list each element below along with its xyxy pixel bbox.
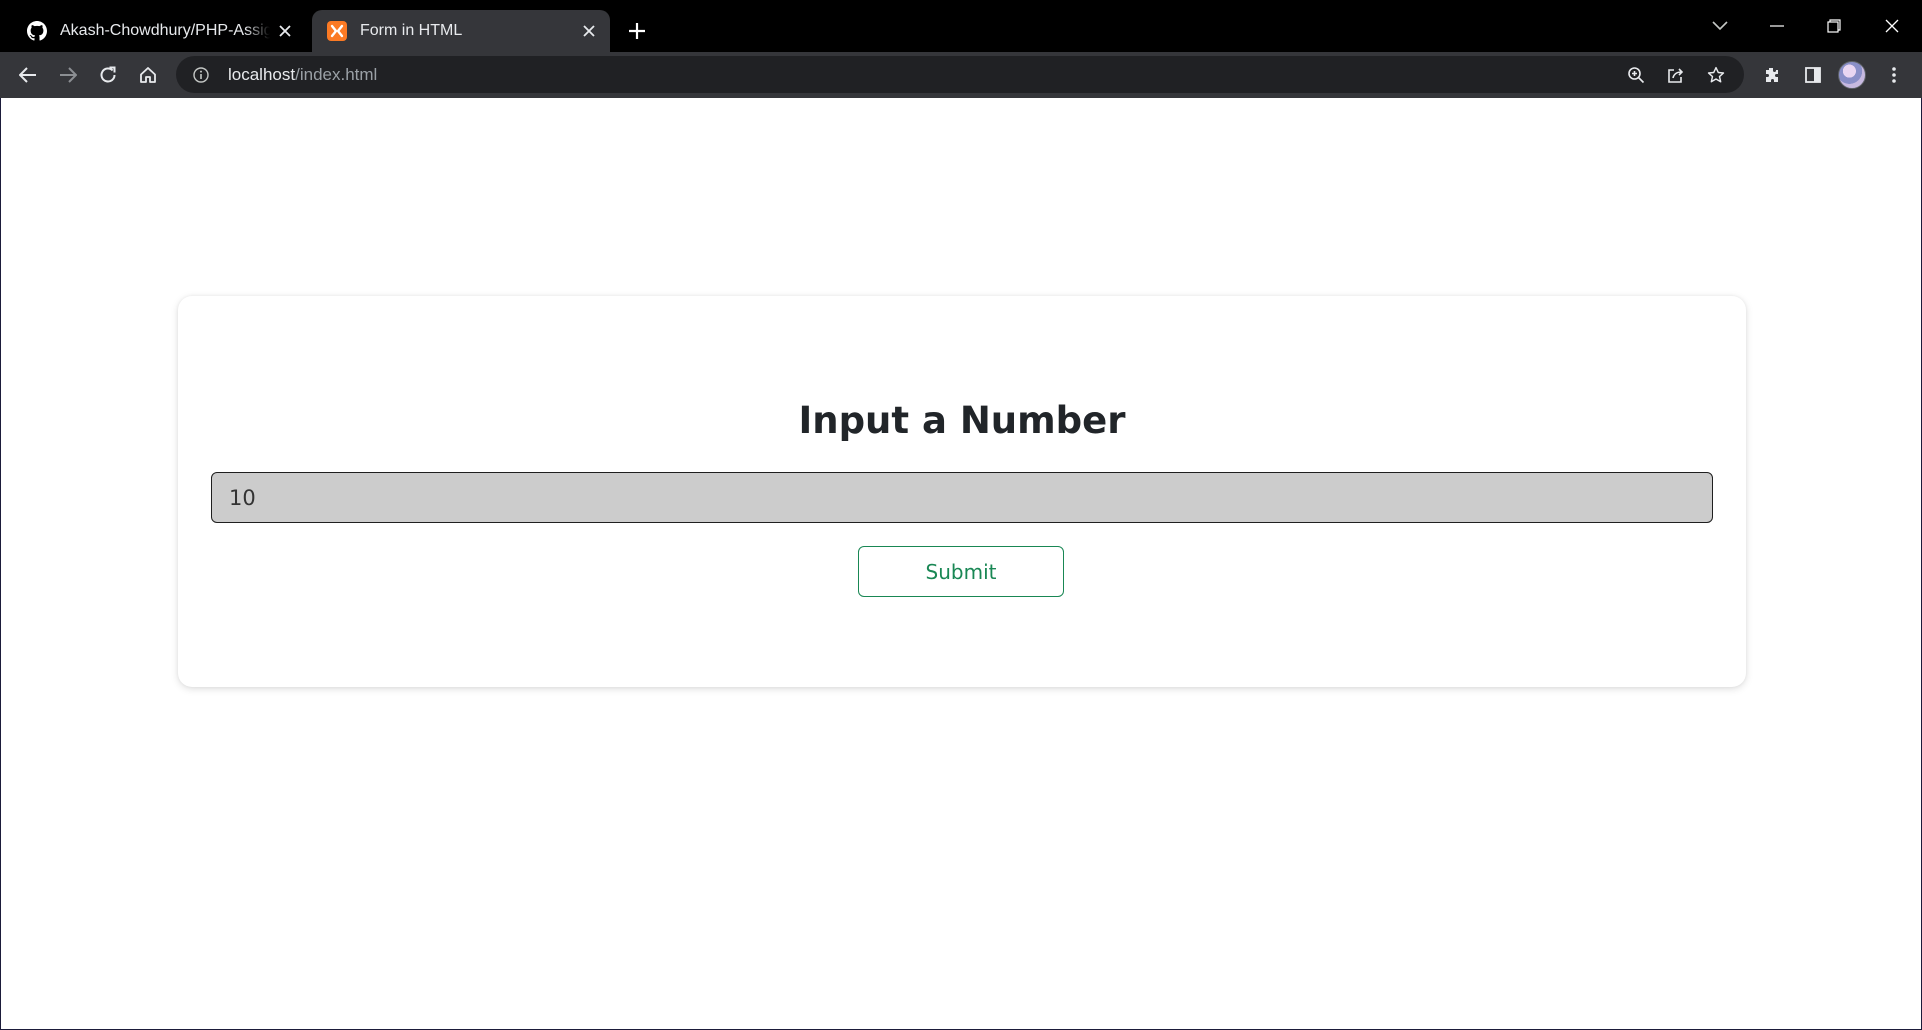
address-bar[interactable]: localhost/index.html — [176, 56, 1744, 93]
tab-title: Akash-Chowdhury/PHP-Assignm — [60, 22, 270, 39]
tab-title: Form in HTML — [360, 22, 463, 39]
extensions-icon[interactable] — [1754, 57, 1790, 93]
tab-strip: Akash-Chowdhury/PHP-Assignm Form in HTML — [0, 0, 1922, 52]
url-path: /index.html — [295, 64, 378, 84]
tab-github[interactable]: Akash-Chowdhury/PHP-Assignm — [10, 10, 306, 52]
new-tab-button[interactable] — [620, 14, 654, 48]
forward-icon[interactable] — [50, 57, 86, 93]
browser-toolbar: localhost/index.html — [0, 52, 1922, 98]
github-icon — [26, 20, 48, 42]
tab-search-icon[interactable] — [1698, 4, 1742, 48]
home-icon[interactable] — [130, 57, 166, 93]
star-icon[interactable] — [1696, 56, 1736, 93]
side-panel-icon[interactable] — [1795, 57, 1831, 93]
restore-icon[interactable] — [1812, 4, 1856, 48]
close-tab-icon[interactable] — [574, 16, 604, 46]
share-icon[interactable] — [1656, 56, 1696, 93]
tab-form-in-html[interactable]: Form in HTML — [312, 10, 610, 52]
url-text: localhost/index.html — [228, 65, 377, 85]
omnibox-actions — [1616, 56, 1736, 93]
form-card: Input a Number Submit — [178, 296, 1746, 687]
close-tab-icon[interactable] — [270, 16, 300, 46]
avatar[interactable] — [1838, 61, 1866, 89]
back-icon[interactable] — [10, 57, 46, 93]
xampp-icon — [326, 20, 348, 42]
page-viewport: Input a Number Submit — [0, 98, 1922, 1030]
submit-button[interactable]: Submit — [858, 546, 1064, 597]
close-icon[interactable] — [1870, 4, 1914, 48]
info-icon[interactable] — [190, 64, 212, 86]
menu-icon[interactable] — [1876, 57, 1912, 93]
zoom-icon[interactable] — [1616, 56, 1656, 93]
minimize-icon[interactable] — [1755, 4, 1799, 48]
page-title: Input a Number — [798, 399, 1126, 442]
reload-icon[interactable] — [90, 57, 126, 93]
url-host: localhost — [228, 64, 296, 84]
number-input[interactable] — [211, 472, 1713, 523]
